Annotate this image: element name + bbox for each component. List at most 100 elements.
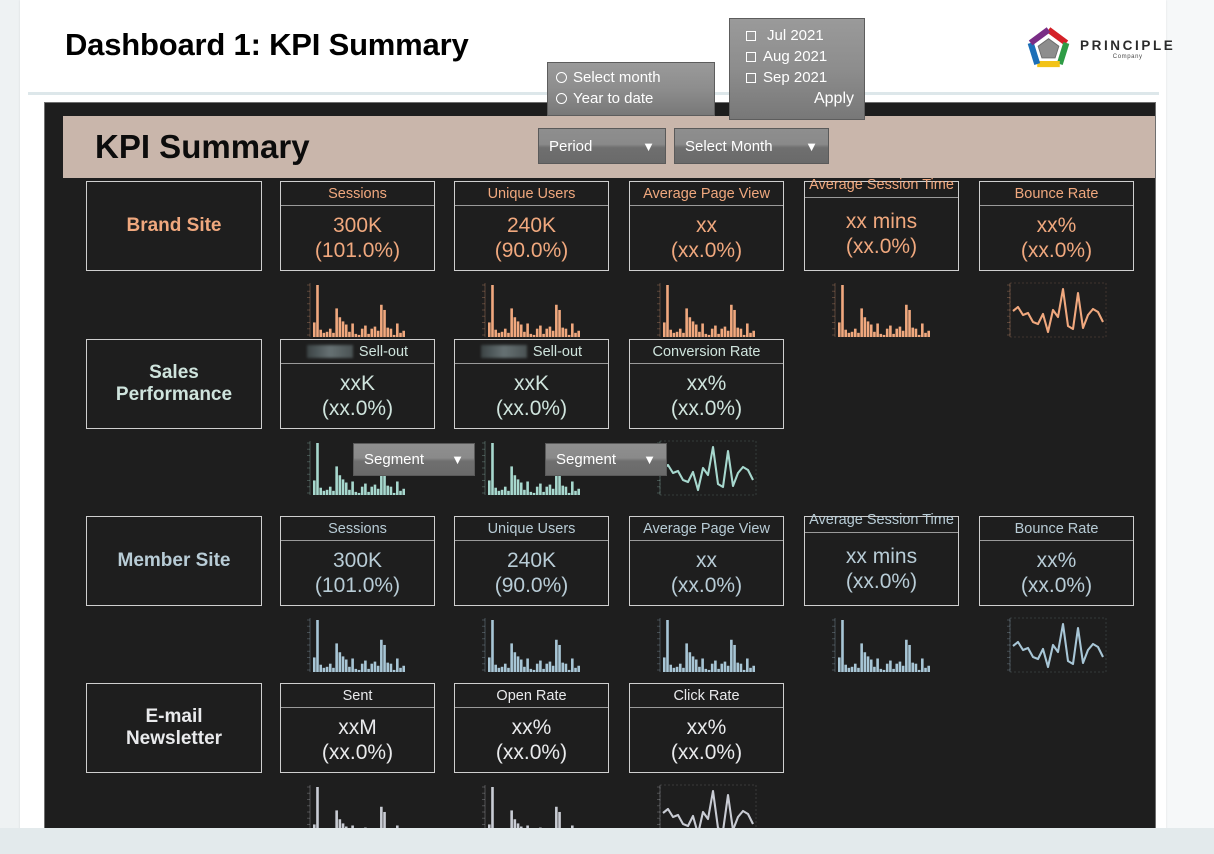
kpi-card-avg-session-time-brand[interactable]: Average Session Time xx mins (xx.0%) [804, 178, 959, 271]
kpi-delta: (101.0%) [314, 574, 401, 597]
kpi-card-unique-users-member[interactable]: Unique Users 240K (90.0%) [454, 516, 609, 606]
kpi-value: 300K [332, 549, 383, 572]
sparkline-click-rate [655, 783, 759, 830]
period-option-label: Select month [573, 69, 661, 86]
kpi-card-header: Average Page View [630, 517, 783, 541]
kpi-value: 300K [332, 214, 383, 237]
kpi-value: xxK [339, 372, 375, 395]
month-option-sep-2021[interactable]: Sep 2021 [730, 67, 864, 88]
kpi-card-conversion-rate[interactable]: Conversion Rate xx% (xx.0%) [629, 339, 784, 429]
kpi-delta: (xx.0%) [845, 235, 918, 258]
kpi-delta: (xx.0%) [495, 741, 568, 764]
kpi-card-body: 240K (90.0%) [455, 206, 608, 270]
kpi-card-body: xx (xx.0%) [630, 541, 783, 605]
kpi-card-avg-session-time-member[interactable]: Average Session Time xx mins (xx.0%) [804, 513, 959, 606]
sparkline-bounce-rate-member [1005, 616, 1109, 678]
kpi-delta: (xx.0%) [321, 397, 394, 420]
kpi-card-click-rate[interactable]: Click Rate xx% (xx.0%) [629, 683, 784, 773]
kpi-card-body: 300K (101.0%) [281, 206, 434, 270]
kpi-card-header: Open Rate [455, 684, 608, 708]
sparkline-sessions-brand [305, 281, 409, 343]
chevron-down-icon: ▼ [642, 138, 655, 154]
kpi-value: xxM [338, 716, 377, 739]
kpi-card-avg-page-view-brand[interactable]: Average Page View xx (xx.0%) [629, 181, 784, 271]
apply-button[interactable]: Apply [730, 88, 864, 108]
kpi-delta: (101.0%) [314, 239, 401, 262]
section-label-text-line1: E-mail [145, 706, 203, 727]
period-dropdown-popup[interactable]: Select month Year to date [547, 62, 715, 116]
redacted-label [306, 345, 353, 358]
sparkline-avg-session-time-member [830, 616, 934, 678]
month-option-label: Sep 2021 [763, 69, 828, 86]
month-option-label: Aug 2021 [763, 48, 828, 65]
kpi-card-body: xxM (xx.0%) [281, 708, 434, 772]
kpi-card-header: Unique Users [455, 517, 608, 541]
checkbox-icon[interactable] [746, 51, 756, 62]
page-right-margin [1166, 0, 1214, 854]
kpi-card-bounce-rate-brand[interactable]: Bounce Rate xx% (xx.0%) [979, 181, 1134, 271]
kpi-card-body: xx% (xx.0%) [630, 708, 783, 772]
kpi-card-avg-page-view-member[interactable]: Average Page View xx (xx.0%) [629, 516, 784, 606]
kpi-value: xx [696, 549, 717, 572]
sparkline-avg-page-view-brand [655, 281, 759, 343]
kpi-card-sellout-1[interactable]: Sell-out xxK (xx.0%) [280, 339, 435, 429]
section-label-text-line2: Performance [115, 384, 233, 405]
kpi-card-sellout-2[interactable]: Sell-out xxK (xx.0%) [454, 339, 609, 429]
period-option-select-month[interactable]: Select month [556, 67, 714, 88]
segment-dropdown-button-2[interactable]: Segment ▼ [545, 443, 667, 476]
slide-canvas: Dashboard 1: KPI Summary PRINCIPLE Compa… [20, 0, 1173, 830]
radio-icon[interactable] [556, 72, 567, 83]
kpi-value: 240K [506, 549, 557, 572]
kpi-delta: (xx.0%) [670, 574, 743, 597]
kpi-card-header: Sent [281, 684, 434, 708]
kpi-value: xx% [686, 716, 727, 739]
section-label-member-site: Member Site [86, 516, 262, 606]
month-option-aug-2021[interactable]: Aug 2021 [730, 46, 864, 67]
kpi-value: xx [696, 214, 717, 237]
kpi-value: xx% [1036, 549, 1077, 572]
period-dropdown-label: Period [549, 137, 593, 155]
sparkline-avg-page-view-member [655, 616, 759, 678]
kpi-card-header: Sessions [281, 517, 434, 541]
kpi-card-header-text: Sell-out [532, 343, 583, 360]
section-label-email-newsletter: E-mail Newsletter [86, 683, 262, 773]
month-option-label: Jul 2021 [767, 27, 824, 44]
kpi-value: xx% [686, 372, 727, 395]
select-month-dropdown-button[interactable]: Select Month ▼ [674, 128, 829, 164]
month-dropdown-popup[interactable]: Jul 2021 Aug 2021 Sep 2021 Apply [729, 18, 865, 120]
kpi-card-sessions-brand[interactable]: Sessions 300K (101.0%) [280, 181, 435, 271]
kpi-card-open-rate[interactable]: Open Rate xx% (xx.0%) [454, 683, 609, 773]
period-dropdown-button[interactable]: Period ▼ [538, 128, 666, 164]
segment-dropdown-label: Segment [364, 451, 425, 468]
page-bottom-margin [0, 828, 1214, 854]
checkbox-icon[interactable] [746, 72, 756, 83]
kpi-card-body: xx% (xx.0%) [455, 708, 608, 772]
period-option-year-to-date[interactable]: Year to date [556, 88, 714, 109]
segment-dropdown-button-1[interactable]: Segment ▼ [353, 443, 475, 476]
kpi-value: xx% [1036, 214, 1077, 237]
kpi-card-sent[interactable]: Sent xxM (xx.0%) [280, 683, 435, 773]
kpi-card-bounce-rate-member[interactable]: Bounce Rate xx% (xx.0%) [979, 516, 1134, 606]
kpi-card-body: xx% (xx.0%) [630, 364, 783, 428]
checkbox-icon[interactable] [746, 30, 756, 41]
kpi-card-header: Average Page View [630, 182, 783, 206]
kpi-card-body: 240K (90.0%) [455, 541, 608, 605]
radio-icon[interactable] [556, 93, 567, 104]
section-label-text: Brand Site [126, 215, 222, 236]
kpi-card-sessions-member[interactable]: Sessions 300K (101.0%) [280, 516, 435, 606]
kpi-card-body: xx (xx.0%) [630, 206, 783, 270]
kpi-delta: (xx.0%) [1020, 574, 1093, 597]
sparkline-open-rate [480, 783, 584, 830]
section-label-sales-performance: Sales Performance [86, 339, 262, 429]
kpi-value: 240K [506, 214, 557, 237]
page-title: Dashboard 1: KPI Summary [65, 27, 469, 62]
pentagon-logo-icon [1027, 26, 1070, 67]
kpi-delta: (xx.0%) [1020, 239, 1093, 262]
kpi-delta: (90.0%) [494, 574, 569, 597]
kpi-card-header: Bounce Rate [980, 182, 1133, 206]
sparkline-sent [305, 783, 409, 830]
logo-wordmark: PRINCIPLE [1080, 38, 1176, 53]
kpi-value: xx mins [845, 210, 918, 233]
month-option-jul-2021[interactable]: Jul 2021 [730, 25, 864, 46]
kpi-card-unique-users-brand[interactable]: Unique Users 240K (90.0%) [454, 181, 609, 271]
